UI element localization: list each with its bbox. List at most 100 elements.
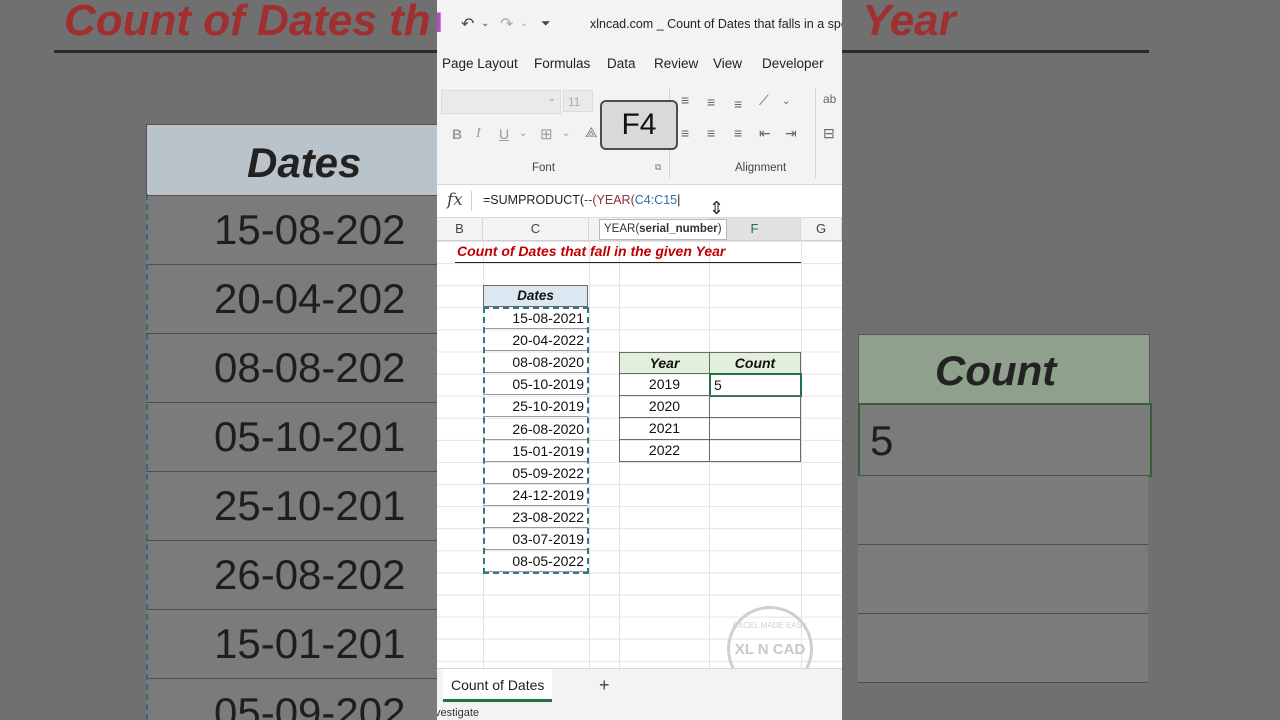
ribbon-tabs: Page Layout Formulas Data Review View De… [437,48,842,82]
tab-formulas[interactable]: Formulas [534,56,590,71]
app-edge-icon: ▌ [437,14,447,31]
status-text: vestigate [437,707,480,719]
bg-date-cell: 15-01-201 [146,610,438,679]
date-cell[interactable]: 08-08-2020 [483,351,588,374]
formula-bar: fx =SUMPRODUCT(--(YEAR(C4:C15| [437,185,842,218]
sheet-tab-bar: Count of Dates + [437,668,842,705]
year-cell[interactable]: 2020 [619,395,710,418]
merge-center-icon[interactable]: ⊟ [823,125,835,142]
tab-data[interactable]: Data [607,56,636,71]
bg-title-right: Year [862,0,956,45]
column-header-b[interactable]: B [437,218,483,240]
grid-line [589,241,590,668]
column-header-g[interactable]: G [801,218,842,240]
status-bar: vestigate [437,704,842,720]
date-cell[interactable]: 03-07-2019 [483,528,588,551]
add-sheet-button[interactable]: + [599,675,610,696]
year-header-cell[interactable]: Year [619,352,710,374]
customize-qat-icon[interactable]: ⏷ [541,16,551,31]
function-tooltip[interactable]: YEAR(serial_number) [599,219,727,240]
bg-date-cell: 08-08-202 [146,334,438,403]
bg-count-value: 5 [858,403,1152,477]
date-cell[interactable]: 26-08-2020 [483,418,588,440]
redo-dropdown-icon[interactable]: ⌄ [520,18,528,29]
bg-date-cell: 25-10-201 [146,472,438,541]
date-cell[interactable]: 24-12-2019 [483,484,588,506]
font-group-label: Font [532,162,556,174]
date-cell[interactable]: 15-08-2021 [483,307,588,330]
align-center-icon[interactable]: ≡ [707,125,715,141]
grid-line [801,241,802,668]
year-cell[interactable]: 2022 [619,439,710,462]
keypress-overlay: F4 [600,100,678,150]
window-title: xlncad.com _ Count of Dates that falls i… [590,17,842,31]
date-cell[interactable]: 05-10-2019 [483,373,588,396]
chevron-down-icon: ⌄ [547,93,556,104]
align-right-icon[interactable]: ≡ [734,125,742,141]
font-size-dropdown[interactable]: 11 [563,90,593,112]
sheet-title: Count of Dates that fall in the given Ye… [457,243,726,259]
bg-count-empty [858,614,1148,683]
decrease-indent-icon[interactable]: ⇤ [759,125,771,142]
underline-button[interactable]: U [499,126,509,142]
borders-icon[interactable]: ⊞ [540,125,553,143]
date-cell[interactable]: 25-10-2019 [483,395,588,418]
date-cell[interactable]: 08-05-2022 [483,550,588,573]
bg-count-empty [858,545,1148,614]
tab-developer[interactable]: Developer [762,56,824,71]
resize-cursor-icon: ⇕ [709,198,725,218]
align-bottom-icon[interactable]: ≡ [734,96,742,112]
count-cell[interactable] [709,395,801,418]
orientation-dropdown-icon[interactable]: ⌄ [782,96,790,107]
date-cell[interactable]: 23-08-2022 [483,506,588,528]
underline-dropdown-icon[interactable]: ⌄ [519,128,527,139]
count-header-cell[interactable]: Count [709,352,801,374]
bg-marching-ants [146,194,151,720]
count-cell[interactable] [709,417,801,440]
date-cell[interactable]: 15-01-2019 [483,440,588,462]
font-name-dropdown[interactable]: ⌄ [441,90,561,114]
sheet-tab-count-of-dates[interactable]: Count of Dates [443,669,553,702]
bold-button[interactable]: B [452,126,462,142]
count-cell[interactable] [709,439,801,462]
fill-color-icon[interactable]: ⟁ [585,124,598,141]
bg-dates-header: Dates [146,124,440,196]
title-underline [455,262,801,263]
excel-window: ▌ ↶ ⌄ ↷ ⌄ ⏷ xlncad.com _ Count of Dates … [437,0,842,720]
dates-header-cell[interactable]: Dates [483,285,588,307]
font-dialog-launcher-icon[interactable]: ⧉ [655,162,661,173]
bg-date-cell: 15-08-202 [146,196,438,265]
date-cell[interactable]: 05-09-2022 [483,462,588,484]
align-left-icon[interactable]: ≡ [681,125,689,141]
bg-date-cell: 05-10-201 [146,403,438,472]
italic-button[interactable]: I [476,126,481,142]
bg-count-empty [858,476,1148,545]
alignment-group-label: Alignment [735,162,787,174]
undo-icon[interactable]: ↶ [461,14,474,34]
formula-input[interactable]: =SUMPRODUCT(--(YEAR(C4:C15| [483,193,680,207]
tab-page-layout[interactable]: Page Layout [442,56,518,71]
tab-review[interactable]: Review [654,56,698,71]
quick-access-toolbar: ▌ ↶ ⌄ ↷ ⌄ ⏷ xlncad.com _ Count of Dates … [437,0,842,48]
column-header-c[interactable]: C [483,218,589,240]
bg-count-header: Count [858,334,1150,404]
borders-dropdown-icon[interactable]: ⌄ [562,128,570,139]
bg-date-cell: 20-04-202 [146,265,438,334]
bg-date-cell: 05-09-202 [146,679,438,720]
group-separator [815,88,816,178]
active-count-cell[interactable]: 5 [709,373,802,397]
redo-icon[interactable]: ↷ [500,14,513,34]
wrap-text-icon[interactable]: ab [823,92,836,106]
year-cell[interactable]: 2019 [619,373,710,396]
bg-date-cell: 26-08-202 [146,541,438,610]
increase-indent-icon[interactable]: ⇥ [785,125,797,142]
align-top-icon[interactable]: ≡ [681,92,689,108]
bg-title-left: Count of Dates th [64,0,431,45]
align-middle-icon[interactable]: ≡ [707,94,715,110]
insert-function-icon[interactable]: fx [447,190,463,210]
year-cell[interactable]: 2021 [619,417,710,440]
tab-view[interactable]: View [713,56,742,71]
date-cell[interactable]: 20-04-2022 [483,329,588,352]
undo-dropdown-icon[interactable]: ⌄ [481,18,489,29]
orientation-icon[interactable]: ⟋ [759,92,769,109]
